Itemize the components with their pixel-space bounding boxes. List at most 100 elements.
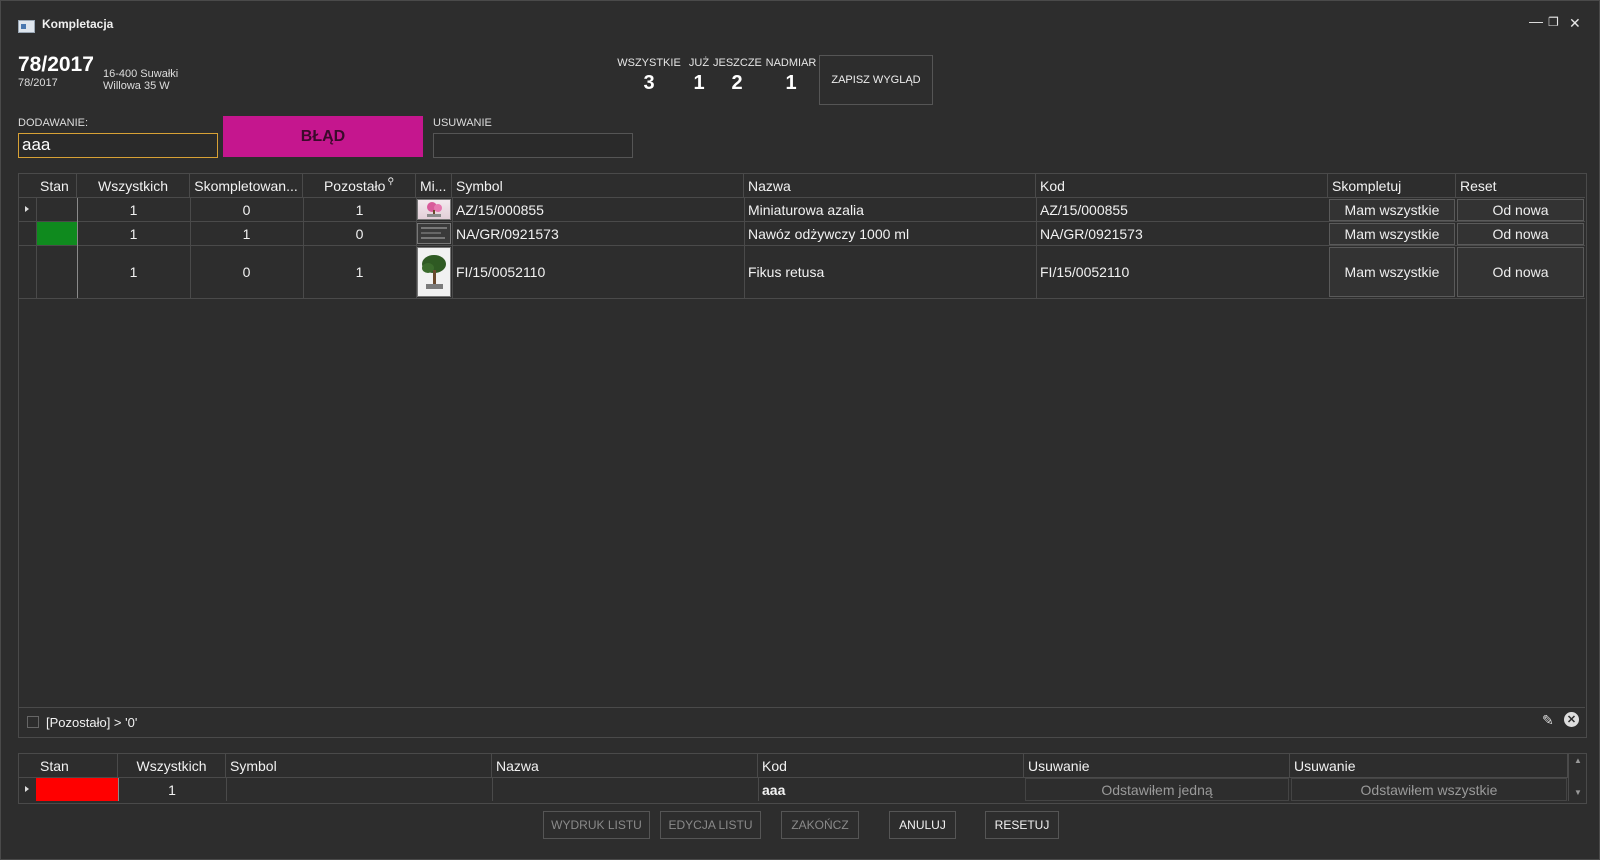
cell-left: 1: [355, 201, 364, 218]
col-divider: [744, 198, 745, 298]
minimize-icon[interactable]: —: [1529, 13, 1543, 29]
col-header-name[interactable]: Nazwa: [744, 174, 1036, 197]
stat-value: 1: [785, 72, 797, 94]
cell-code: AZ/15/000855: [1040, 201, 1128, 218]
reset-row-button[interactable]: Od nowa: [1457, 199, 1584, 221]
filter-icon[interactable]: ⚲: [387, 176, 394, 187]
removing-label: USUWANIE: [433, 117, 492, 129]
complete-all-button[interactable]: Mam wszystkie: [1329, 199, 1455, 221]
close-icon[interactable]: ✕: [1569, 15, 1581, 32]
window: Kompletacja — ❐ ✕ 78/2017 78/2017 16-400…: [0, 0, 1600, 860]
stat-excess: NADMIAR 1: [764, 57, 818, 95]
cell-all: 1: [129, 201, 138, 218]
cell-code: NA/GR/0921573: [1040, 225, 1143, 242]
filter-divider: [19, 707, 1585, 708]
reset-row-button[interactable]: Od nowa: [1457, 247, 1584, 297]
col-divider: [416, 198, 417, 298]
restore-icon[interactable]: ❐: [1548, 15, 1559, 29]
document-number: 78/2017: [18, 53, 94, 76]
col-header-remove-all[interactable]: Usuwanie: [1290, 754, 1568, 777]
address-line1: 16-400 Suwałki: [103, 68, 179, 80]
window-icon: [18, 20, 35, 33]
fertilizer-thumbnail: [417, 223, 451, 244]
cell-done: 0: [242, 201, 251, 218]
ficus-thumbnail: [417, 247, 451, 297]
col-header-symbol[interactable]: Symbol: [452, 174, 744, 197]
col-header-all[interactable]: Wszystkich: [118, 754, 226, 777]
save-layout-button[interactable]: ZAPISZ WYGLĄD: [819, 55, 933, 105]
cell-done: 0: [242, 264, 251, 280]
edit-filter-icon[interactable]: ✎: [1542, 712, 1554, 729]
col-header-done[interactable]: Skompletowan...: [190, 174, 303, 197]
col-divider: [118, 778, 119, 801]
state-indicator-green: [36, 222, 77, 245]
scroll-down-icon[interactable]: ▼: [1574, 788, 1582, 797]
stat-label: JUŻ: [688, 57, 710, 69]
cell-name: Nawóz odżywczy 1000 ml: [748, 225, 910, 242]
col-header-thumb[interactable]: Mi...: [416, 174, 452, 197]
col-header-state[interactable]: Stan: [36, 754, 118, 777]
scroll-up-icon[interactable]: ▲: [1574, 756, 1582, 765]
state-indicator-red: [36, 778, 118, 801]
col-divider: [226, 778, 227, 801]
col-divider: [1036, 198, 1037, 298]
reset-button[interactable]: RESETUJ: [985, 811, 1059, 839]
filter-text[interactable]: [Pozostało] > '0': [46, 712, 137, 732]
col-header-complete[interactable]: Skompletuj: [1328, 174, 1456, 197]
col-divider: [36, 198, 37, 298]
items-grid: Stan Wszystkich Skompletowan... Pozostał…: [18, 173, 1587, 738]
reset-row-button[interactable]: Od nowa: [1457, 223, 1584, 245]
window-title: Kompletacja: [42, 17, 114, 31]
col-divider: [190, 198, 191, 298]
col-header-name[interactable]: Nazwa: [492, 754, 758, 777]
col-header-code[interactable]: Kod: [758, 754, 1024, 777]
complete-all-button[interactable]: Mam wszystkie: [1329, 247, 1455, 297]
col-header-symbol[interactable]: Symbol: [226, 754, 492, 777]
stat-value: 1: [693, 72, 705, 94]
stat-value: 3: [643, 72, 655, 94]
status-error-button[interactable]: BŁĄD: [223, 116, 423, 157]
document-sub-number: 78/2017: [18, 77, 58, 89]
adding-label: DODAWANIE:: [18, 117, 89, 129]
col-divider: [303, 198, 304, 298]
cell-name: [496, 778, 758, 801]
address: 16-400 Suwałki Willowa 35 W: [103, 68, 178, 92]
title-bar: Kompletacja — ❐ ✕: [1, 1, 1599, 41]
cell-all: 1: [129, 264, 138, 280]
remove-all-button[interactable]: Odstawiłem wszystkie: [1291, 778, 1567, 801]
col-header-code[interactable]: Kod: [1036, 174, 1328, 197]
col-header-left-label: Pozostało: [323, 177, 386, 194]
cell-name: Miniaturowa azalia: [748, 201, 864, 218]
row-divider: [19, 298, 1585, 299]
complete-all-button[interactable]: Mam wszystkie: [1329, 223, 1455, 245]
cell-code: FI/15/0052110: [1040, 264, 1130, 280]
vertical-scrollbar[interactable]: ▲ ▼: [1568, 754, 1585, 801]
filter-checkbox[interactable]: [27, 716, 39, 728]
col-header-remove-one[interactable]: Usuwanie: [1024, 754, 1290, 777]
finish-button[interactable]: ZAKOŃCZ: [781, 811, 859, 839]
removing-input[interactable]: [433, 133, 633, 158]
col-header-left[interactable]: Pozostało ⚲: [303, 174, 416, 197]
clear-filter-icon[interactable]: ✕: [1564, 712, 1579, 727]
stat-label: NADMIAR: [765, 57, 817, 69]
cell-all: 1: [129, 225, 138, 242]
col-divider: [452, 198, 453, 298]
row-pointer-icon: [25, 206, 29, 212]
cell-all: 1: [168, 781, 176, 798]
col-header-all[interactable]: Wszystkich: [77, 174, 190, 197]
cancel-button[interactable]: ANULUJ: [889, 811, 956, 839]
cell-symbol: AZ/15/000855: [456, 201, 544, 218]
col-divider: [758, 778, 759, 801]
edit-list-button[interactable]: EDYCJA LISTU: [660, 811, 761, 839]
col-header-state[interactable]: Stan: [36, 174, 77, 197]
stat-already: JUŻ 1: [686, 57, 712, 95]
stat-value: 2: [731, 72, 743, 94]
adding-input[interactable]: aaa: [18, 133, 218, 158]
cell-done: 1: [242, 225, 251, 242]
col-header-reset[interactable]: Reset: [1456, 174, 1585, 197]
remove-one-button[interactable]: Odstawiłem jedną: [1025, 778, 1289, 801]
cell-name: Fikus retusa: [748, 264, 825, 280]
row-pointer-icon: [25, 786, 29, 792]
print-list-button[interactable]: WYDRUK LISTU: [543, 811, 650, 839]
col-divider: [492, 778, 493, 801]
